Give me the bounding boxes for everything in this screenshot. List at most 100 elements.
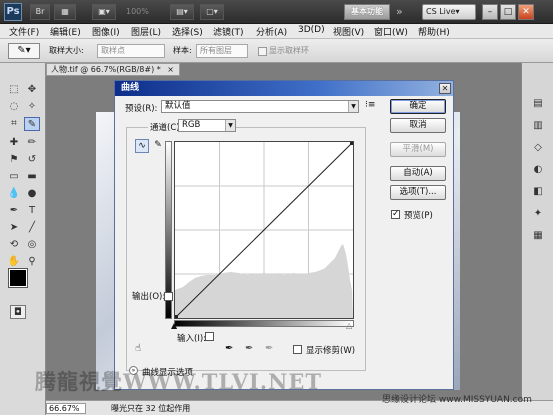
foreground-color-swatch[interactable]	[8, 268, 28, 288]
preset-select[interactable]: 默认值 ▼	[161, 100, 359, 113]
menu-window[interactable]: 窗口(W)	[374, 25, 408, 38]
gradient-tool-icon[interactable]: ▬	[24, 170, 40, 184]
preset-value: 默认值	[165, 101, 191, 111]
curve-graph[interactable]	[174, 141, 354, 319]
menu-help[interactable]: 帮助(H)	[418, 25, 450, 38]
lasso-tool-icon[interactable]: ◌	[6, 100, 22, 114]
eraser-tool-icon[interactable]: ▭	[6, 170, 22, 184]
screen-mode-button[interactable]: ▢▾	[200, 4, 224, 20]
close-dialog-icon[interactable]: ✕	[439, 83, 451, 94]
healing-brush-icon[interactable]: ✚	[6, 136, 22, 150]
ok-button[interactable]: 确定	[390, 99, 446, 114]
more-workspaces-button[interactable]: »	[396, 5, 403, 18]
input-gradient-bar	[174, 320, 354, 327]
white-point-slider[interactable]: △	[346, 321, 352, 330]
channel-select[interactable]: RGB ▼	[178, 119, 236, 132]
gray-eyedropper-icon[interactable]: ✒	[245, 343, 253, 354]
output-label: 输出(O):	[132, 292, 166, 302]
layers-panel-icon[interactable]: ▤	[530, 97, 546, 111]
zoom-level-field[interactable]: 100%	[122, 4, 164, 20]
menu-filter[interactable]: 滤镜(T)	[213, 25, 244, 38]
show-clipping-checkbox[interactable]	[293, 345, 302, 354]
bridge-button[interactable]: Br	[30, 4, 50, 20]
curve-endpoint-white[interactable]	[350, 142, 353, 145]
status-zoom-field[interactable]: 66.67%	[46, 403, 86, 414]
black-eyedropper-icon[interactable]: ✒	[225, 343, 233, 354]
input-label: 输入(I):	[177, 334, 207, 344]
chevron-down-icon: ▼	[225, 120, 235, 131]
history-brush-icon[interactable]: ↺	[24, 153, 40, 167]
marquee-tool-icon[interactable]: ⬚	[6, 83, 22, 97]
adjustments-panel-icon[interactable]: ◐	[530, 163, 546, 177]
document-tab[interactable]: 人物.tif @ 66.7%(RGB/8#) * ×	[46, 63, 180, 76]
pen-tool-icon[interactable]: ✒	[6, 204, 22, 218]
shape-tool-icon[interactable]: ╱	[24, 221, 40, 235]
sample-size-select[interactable]: 取样点	[97, 44, 165, 58]
smooth-button[interactable]: 平滑(M)	[390, 142, 446, 157]
on-image-adjust-icon[interactable]: ☝	[135, 343, 141, 354]
brush-tool-icon[interactable]: ✏	[24, 136, 40, 150]
preset-options-icon[interactable]: ⁝≡	[365, 100, 375, 110]
quick-mask-icon[interactable]: ◘	[10, 305, 26, 319]
dodge-tool-icon[interactable]: ●	[24, 187, 40, 201]
menu-analysis[interactable]: 分析(A)	[256, 25, 287, 38]
document-tab-title: 人物.tif @ 66.7%(RGB/8#) *	[51, 65, 161, 74]
black-point-slider[interactable]: ▲	[171, 321, 177, 330]
white-eyedropper-icon[interactable]: ✒	[265, 343, 273, 354]
sample-size-label: 取样大小:	[49, 46, 84, 55]
output-value-field[interactable]	[164, 292, 173, 301]
application-bar: Ps Br ▦ ▣▾ 100% ▤▾ ▢▾ 基本功能 » CS Live▾ – …	[0, 0, 553, 24]
close-tab-icon[interactable]: ×	[167, 65, 174, 74]
site-watermark: 思缘设计论坛 www.MISSYUAN.com	[382, 395, 532, 405]
curves-dialog: 曲线 ✕ 预设(R): 默认值 ▼ ⁝≡ 确定 取消 平滑(M) 自动(A) 选项…	[114, 80, 454, 390]
maximize-button[interactable]: □	[500, 4, 516, 20]
sample-layers-select[interactable]: 所有图层	[196, 44, 248, 58]
zoom-tool-icon[interactable]: ⚲	[24, 255, 40, 269]
menu-bar: 文件(F) 编辑(E) 图像(I) 图层(L) 选择(S) 滤镜(T) 分析(A…	[0, 24, 553, 39]
input-value-field[interactable]	[205, 332, 214, 341]
channels-panel-icon[interactable]: ▥	[530, 119, 546, 133]
hand-tool-icon[interactable]: ✋	[6, 255, 22, 269]
curve-endpoint-black[interactable]	[175, 315, 178, 318]
path-select-icon[interactable]: ➤	[6, 221, 22, 235]
close-app-button[interactable]: ✕	[518, 4, 534, 20]
3d-orbit-icon[interactable]: ◎	[24, 238, 40, 252]
pencil-draw-icon[interactable]: ✎	[151, 139, 165, 153]
auto-button[interactable]: 自动(A)	[390, 166, 446, 181]
menu-edit[interactable]: 编辑(E)	[50, 25, 81, 38]
menu-3d[interactable]: 3D(D)	[298, 25, 325, 35]
move-tool-icon[interactable]: ✥	[24, 83, 40, 97]
menu-view[interactable]: 视图(V)	[333, 25, 364, 38]
masks-panel-icon[interactable]: ◧	[530, 185, 546, 199]
preview-label: 预览(P)	[404, 211, 433, 221]
curve-edit-points-icon[interactable]: ∿	[135, 139, 149, 153]
paths-panel-icon[interactable]: ◇	[530, 141, 546, 155]
view-extras-button[interactable]: ▣▾	[92, 4, 116, 20]
menu-image[interactable]: 图像(I)	[92, 25, 120, 38]
swatches-panel-icon[interactable]: ▦	[530, 229, 546, 243]
preview-checkbox[interactable]: ✓	[391, 209, 400, 219]
quick-select-tool-icon[interactable]: ✧	[24, 100, 40, 114]
eyedropper-preset-icon[interactable]: ✎▾	[8, 43, 40, 59]
cancel-button[interactable]: 取消	[390, 118, 446, 133]
mini-bridge-button[interactable]: ▦	[54, 4, 76, 20]
dialog-title: 曲线	[115, 81, 453, 96]
styles-panel-icon[interactable]: ✦	[530, 207, 546, 221]
options-button[interactable]: 选项(T)...	[390, 185, 446, 200]
minimize-button[interactable]: –	[482, 4, 498, 20]
eyedropper-tool-icon[interactable]: ✎	[24, 117, 40, 131]
menu-layer[interactable]: 图层(L)	[131, 25, 161, 38]
workspace-button[interactable]: 基本功能	[344, 4, 390, 20]
sample-label: 样本:	[173, 46, 192, 55]
crop-tool-icon[interactable]: ⌗	[6, 117, 22, 131]
clone-stamp-icon[interactable]: ⚑	[6, 153, 22, 167]
photoshop-logo: Ps	[4, 3, 22, 21]
show-sampling-ring-checkbox[interactable]	[258, 47, 267, 56]
menu-select[interactable]: 选择(S)	[172, 25, 203, 38]
blur-tool-icon[interactable]: 💧	[6, 187, 22, 201]
3d-rotate-icon[interactable]: ⟲	[6, 238, 22, 252]
arrange-documents-button[interactable]: ▤▾	[170, 4, 194, 20]
menu-file[interactable]: 文件(F)	[9, 25, 39, 38]
type-tool-icon[interactable]: T	[24, 204, 40, 218]
cs-live-button[interactable]: CS Live▾	[422, 4, 476, 20]
